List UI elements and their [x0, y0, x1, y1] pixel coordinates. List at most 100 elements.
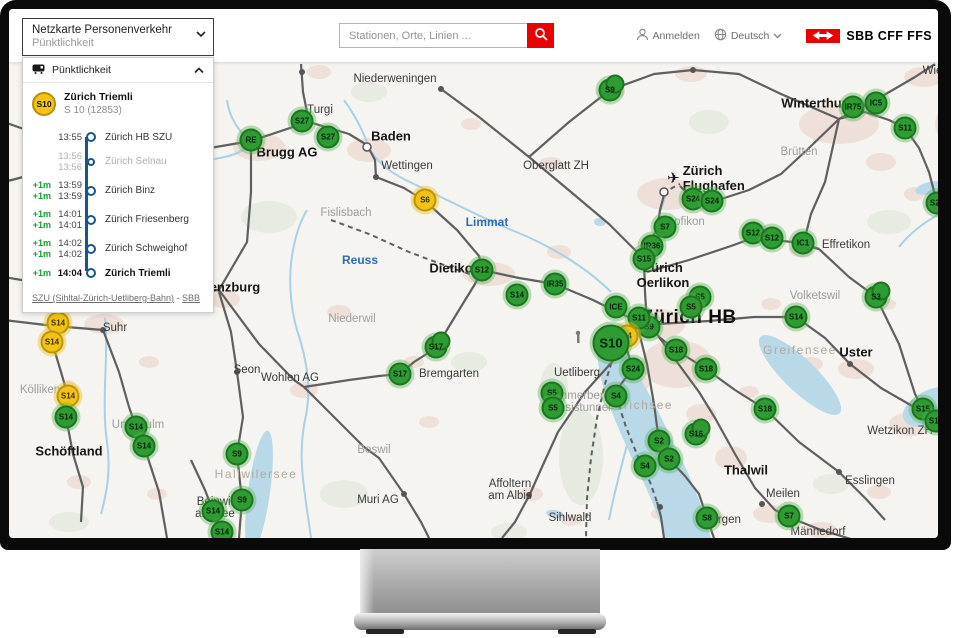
stop-row: 13:55Zürich HB SZU	[23, 127, 213, 147]
line-badge-s9[interactable]: S9	[226, 443, 249, 466]
stop-delay: +1m+1m	[31, 209, 51, 231]
map-label-reuss: Reuss	[342, 253, 378, 267]
line-badge-s14[interactable]: S14	[41, 331, 64, 354]
layer-dropdown[interactable]: Netzkarte Personenverkehr Pünktlichkeit	[22, 18, 214, 56]
stop-node-icon	[85, 158, 97, 166]
map-label-muri-ag: Muri AG	[357, 494, 399, 506]
line-badge-s10[interactable]: S10	[593, 325, 630, 362]
line-badge-s17[interactable]: S17	[425, 336, 448, 359]
stop-name: Zürich Selnau	[100, 156, 213, 167]
line-badge-s24[interactable]: S24	[622, 358, 645, 381]
stop-delay: +1m+1m	[31, 238, 51, 260]
line-badge-s14[interactable]: S14	[55, 406, 78, 429]
map-label-bremgarten: Bremgarten	[419, 368, 479, 380]
stop-row: +1m+1m14:0214:02Zürich Schweighof	[23, 234, 213, 263]
line-badge-s2[interactable]: S2	[658, 448, 681, 471]
stop-name: Zürich Binz	[100, 185, 213, 196]
line-badge-s12[interactable]: S12	[761, 227, 784, 250]
dropdown-subtitle: Pünktlichkeit	[32, 37, 189, 50]
stop-name: Zürich Friesenberg	[100, 214, 213, 225]
stop-time: 13:5613:56	[54, 151, 82, 173]
line-badge-s18[interactable]: S18	[695, 358, 718, 381]
sbb-flag-icon	[806, 29, 840, 43]
login-label: Anmelden	[653, 30, 700, 42]
login-button[interactable]: Anmelden	[636, 28, 700, 44]
panel-header-toggle[interactable]: Pünktlichkeit	[23, 58, 213, 83]
map-label-effretikon: Effretikon	[822, 239, 870, 251]
line-badge-s5[interactable]: S5	[542, 397, 565, 420]
map-label-fislisbach: Fislisbach	[320, 207, 371, 219]
stop-row: +1m+1m13:5913:59Zürich Binz	[23, 176, 213, 205]
line-badge-s27[interactable]: S27	[291, 110, 314, 133]
line-badge-s6[interactable]: S6	[414, 189, 437, 212]
line-badge-s26[interactable]: S26	[926, 192, 939, 215]
line-badge-s4[interactable]: S4	[605, 385, 628, 408]
sbb-logo: SBB CFF FFS	[806, 29, 932, 43]
line-badge-ic5[interactable]: IC5	[865, 92, 888, 115]
line-badge-s14[interactable]: S14	[211, 521, 234, 539]
line-badge-s24[interactable]: S24	[701, 190, 724, 213]
line-badge-s14[interactable]: S14	[506, 284, 529, 307]
map-label-suhr: Suhr	[103, 322, 127, 334]
stage: NiederweningenTurgiBrugg AGBadenWettinge…	[0, 0, 960, 638]
map-label-wetzikon-zh: Wetzikon ZH	[867, 425, 933, 437]
line-badge-s15[interactable]: S15	[633, 248, 656, 271]
line-badge-s16[interactable]: S16	[685, 423, 708, 446]
line-badge-s18[interactable]: S18	[754, 398, 777, 421]
line-badge-re[interactable]: RE	[240, 129, 263, 152]
train-icon	[32, 61, 45, 79]
stop-time: 14:04	[54, 268, 82, 279]
stop-list: 13:55Zürich HB SZU 13:5613:56 Zürich Selna…	[23, 121, 213, 285]
sbb-logo-text: SBB CFF FFS	[846, 29, 932, 43]
line-badge-ir35[interactable]: IR35	[544, 273, 567, 296]
map-label-niederweningen: Niederweningen	[353, 73, 436, 85]
map-label-boswil: Boswil	[357, 444, 390, 456]
stop-node-icon	[85, 186, 97, 196]
user-icon	[636, 28, 649, 44]
stop-node-icon	[85, 268, 97, 278]
line-badge-s4[interactable]: S4	[634, 455, 657, 478]
line-badge-s7[interactable]: S7	[778, 505, 801, 528]
line-badge-s18[interactable]: S18	[665, 339, 688, 362]
stop-time: 14:0114:01	[54, 209, 82, 231]
search-input[interactable]	[339, 23, 527, 48]
line-badge-s3[interactable]: S3	[865, 286, 888, 309]
map-label-winterthur: Winterthur	[781, 96, 847, 111]
line-badge-s14[interactable]: S14	[57, 385, 80, 408]
line-badge-s14[interactable]: S14	[785, 306, 808, 329]
globe-icon	[714, 28, 727, 44]
stop-name: Zürich HB SZU	[100, 132, 213, 143]
line-badge-s17[interactable]: S17	[389, 363, 412, 386]
monitor-foot-right	[558, 629, 596, 634]
monitor-base	[354, 613, 606, 630]
chevron-down-icon	[196, 31, 204, 39]
line-badge-s11[interactable]: S11	[894, 117, 917, 140]
search-button[interactable]	[527, 23, 554, 48]
train-line-info: S 10 (12853)	[64, 104, 133, 117]
language-selector[interactable]: Deutsch	[714, 28, 783, 44]
footer-link-sbb[interactable]: SBB	[182, 293, 200, 303]
stop-node-icon	[85, 244, 97, 254]
line-badge-s27[interactable]: S27	[317, 126, 340, 149]
line-badge-ic1[interactable]: IC1	[792, 232, 815, 255]
line-badge-s12[interactable]: S12	[471, 259, 494, 282]
header-actions: Anmelden Deutsch SBB CFF FFS	[636, 9, 932, 62]
line-badge-s14[interactable]: S14	[202, 500, 225, 523]
line-badge-s9[interactable]: S9	[231, 489, 254, 512]
map-label-limmat: Limmat	[466, 215, 509, 229]
line-badge-ice[interactable]: ICE	[605, 296, 628, 319]
line-badge-s5[interactable]: S5	[680, 296, 703, 319]
line-badge-s8[interactable]: S8	[696, 507, 719, 530]
train-info: S10 Zürich Triemli S 10 (12853)	[23, 83, 213, 121]
line-badge-ir75[interactable]: IR75	[842, 96, 865, 119]
map-label-hallwilersee: Hallwilersee	[215, 467, 298, 481]
search-icon	[534, 27, 548, 44]
map-label-brugg-ag: Brugg AG	[257, 145, 318, 160]
map-label-k-lliken: Kölliken	[20, 384, 60, 396]
chevron-up-icon	[194, 61, 204, 79]
line-badge-s10: S10	[32, 92, 56, 116]
line-badge-s14[interactable]: S14	[133, 435, 156, 458]
monitor-foot-left	[366, 629, 404, 634]
line-badge-s9[interactable]: S9	[599, 79, 622, 102]
footer-link-szu-sihltal-z-rich-uetliberg-bahn[interactable]: SZU (Sihltal-Zürich-Uetliberg-Bahn)	[32, 293, 174, 303]
